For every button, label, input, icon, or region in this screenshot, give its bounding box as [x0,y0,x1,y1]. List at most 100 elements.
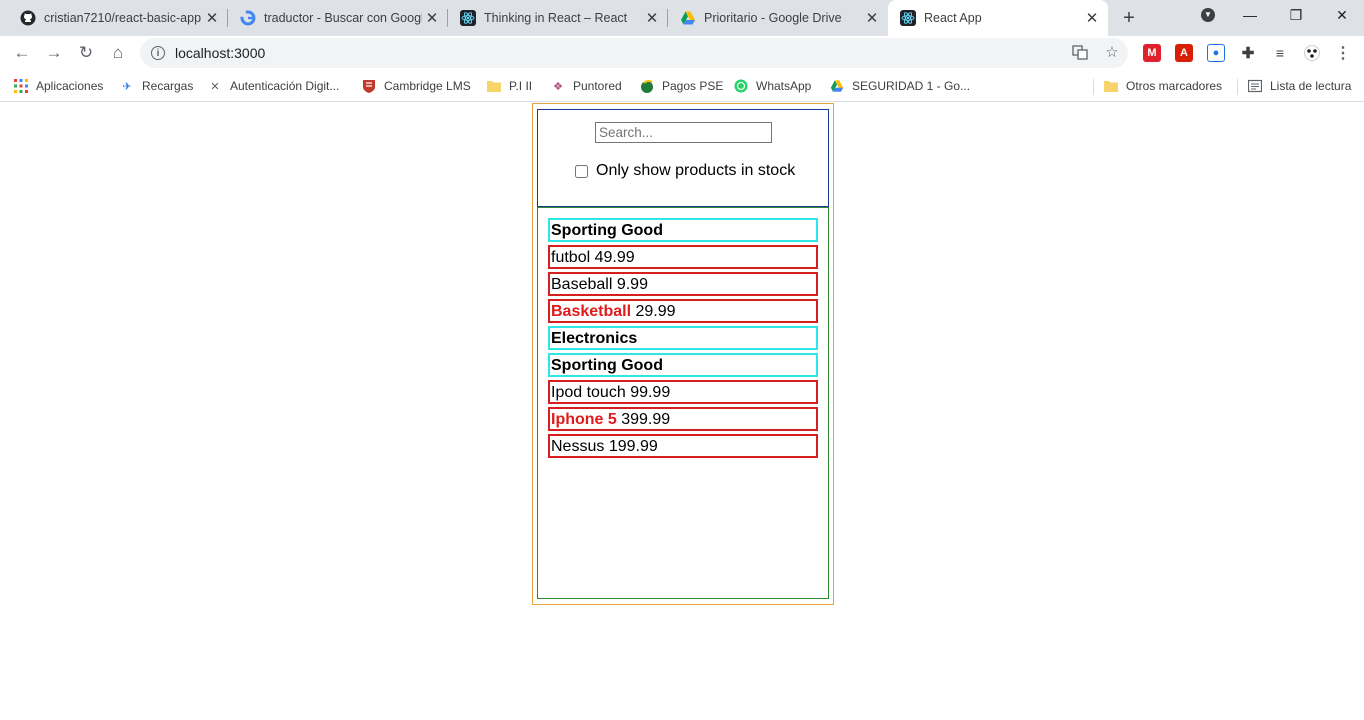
bookmark-pi-ii[interactable]: P.I II [487,76,532,96]
product-row: Baseball 9.99 [548,272,818,296]
translate-icon[interactable] [1070,42,1090,62]
url-text[interactable]: localhost:3000 [175,45,265,61]
drive-icon [680,10,696,26]
bookmark-label: SEGURIDAD 1 - Go... [852,79,971,93]
close-icon[interactable]: ✕ [202,8,222,28]
product-name: Nessus [551,438,605,455]
back-button[interactable]: ← [9,40,35,66]
bookmark-label: Recargas [142,79,194,93]
close-icon[interactable]: ✕ [422,8,442,28]
product-price: 399.99 [621,411,671,428]
cambridge-icon [362,79,376,93]
tab-search-button[interactable]: ▼ [1186,0,1230,30]
close-window-button[interactable]: ✕ [1320,0,1364,30]
product-price: 99.99 [630,384,671,401]
puntored-icon: ❖ [553,80,563,93]
forward-button[interactable]: → [41,40,67,66]
product-name: Iphone 5 [551,411,617,428]
star-icon[interactable]: ☆ [1102,42,1122,62]
info-icon[interactable]: i [151,46,165,60]
product-row: Iphone 5 399.99 [548,407,818,431]
autenticacion-icon: ✕ [210,80,220,93]
recargas-icon: ✈ [122,80,132,93]
menu-icon[interactable]: ⋮ [1334,44,1352,62]
github-icon [20,10,36,26]
reload-icon: ↻ [78,43,94,62]
product-row: futbol 49.99 [548,245,818,269]
new-tab-button[interactable]: + [1118,7,1140,29]
tab-title: cristian7210/react-basic-app [44,11,202,25]
bookmark-cambridge[interactable]: Cambridge LMS [362,76,471,96]
bookmark-label: Pagos PSE [662,79,724,93]
apps-grid-icon [14,79,28,93]
search-input[interactable] [595,122,772,143]
bookmark-autenticacion[interactable]: ✕ Autenticación Digit... [208,76,339,96]
google-icon [240,10,256,26]
bookmark-label: Otros marcadores [1126,79,1223,93]
mendeley-extension-icon[interactable]: M [1143,44,1161,62]
profile-avatar-icon[interactable] [1303,44,1321,62]
close-icon[interactable]: ✕ [642,8,662,28]
product-row: Basketball 29.99 [548,299,818,323]
minimize-icon: — [1243,7,1257,23]
bookmark-label: WhatsApp [756,79,812,93]
bookmark-label: Aplicaciones [36,79,104,93]
react-icon [900,10,916,26]
reading-list-icon [1248,79,1262,93]
bookmark-recargas[interactable]: ✈ Recargas [120,76,193,96]
folder-icon [487,79,501,93]
category-row: Electronics [548,326,818,350]
screen-recorder-icon[interactable]: ● [1207,44,1225,62]
product-price: 49.99 [594,249,635,266]
product-price: 9.99 [616,276,648,293]
playlist-icon[interactable]: ≡ [1271,44,1289,62]
address-bar[interactable]: i localhost:3000 [140,38,1128,68]
bookmark-label: Autenticación Digit... [230,79,340,93]
pdf-extension-icon[interactable]: A [1175,44,1193,62]
bookmarks-bar: Aplicaciones ✈ Recargas ✕ Autenticación … [0,70,1364,102]
arrow-right-icon: → [45,43,63,62]
tab-github[interactable]: cristian7210/react-basic-app ✕ [8,0,228,36]
arrow-left-icon: ← [13,43,31,62]
product-name: Ipod touch [551,384,626,401]
tab-title: Thinking in React – React [484,11,628,25]
category-row: Sporting Good [548,353,818,377]
browser-toolbar: ← → ↻ ⌂ i localhost:3000 ☆ M A ● ✚ ≡ ⋮ [0,36,1364,70]
tab-google-drive[interactable]: Prioritario - Google Drive ✕ [668,0,888,36]
tab-title: traductor - Buscar con Google [264,11,422,25]
home-button[interactable]: ⌂ [105,40,131,66]
close-icon: ✕ [1336,6,1348,23]
product-row: Ipod touch 99.99 [548,380,818,404]
drive-icon [830,79,844,93]
chevron-down-icon: ▼ [1201,8,1215,22]
tab-thinking-in-react[interactable]: Thinking in React – React ✕ [448,0,668,36]
product-name: Basketball [551,303,632,320]
bookmark-pagos-pse[interactable]: Pagos PSE [640,76,723,96]
product-row: Nessus 199.99 [548,434,818,458]
bookmark-whatsapp[interactable]: WhatsApp [734,76,811,96]
reload-button[interactable]: ↻ [73,40,99,66]
tab-google[interactable]: traductor - Buscar con Google ✕ [228,0,448,36]
bookmark-puntored[interactable]: ❖ Puntored [551,76,622,96]
bookmark-label: Puntored [573,79,622,93]
tab-title: Prioritario - Google Drive [704,11,842,25]
product-price: 29.99 [635,303,676,320]
close-icon[interactable]: ✕ [1082,8,1102,28]
bookmark-aplicaciones[interactable]: Aplicaciones [14,76,103,96]
puzzle-icon[interactable]: ✚ [1239,44,1257,62]
tab-react-app[interactable]: React App ✕ [888,0,1108,36]
product-name: Baseball [551,276,613,293]
restore-button[interactable]: ❐ [1274,0,1318,30]
in-stock-checkbox[interactable] [575,164,588,178]
react-icon [460,10,476,26]
minimize-button[interactable]: — [1228,0,1272,30]
restore-icon: ❐ [1289,6,1303,23]
whatsapp-icon [734,79,748,93]
bookmark-otros-marcadores[interactable]: Otros marcadores [1104,76,1222,96]
reading-list-button[interactable]: Lista de lectura [1248,76,1351,96]
close-icon[interactable]: ✕ [862,8,882,28]
bookmark-seguridad[interactable]: SEGURIDAD 1 - Go... [830,76,970,96]
stock-filter[interactable]: Only show products in stock [574,160,795,182]
folder-icon [1104,79,1118,93]
bookmark-label: Lista de lectura [1270,79,1352,93]
